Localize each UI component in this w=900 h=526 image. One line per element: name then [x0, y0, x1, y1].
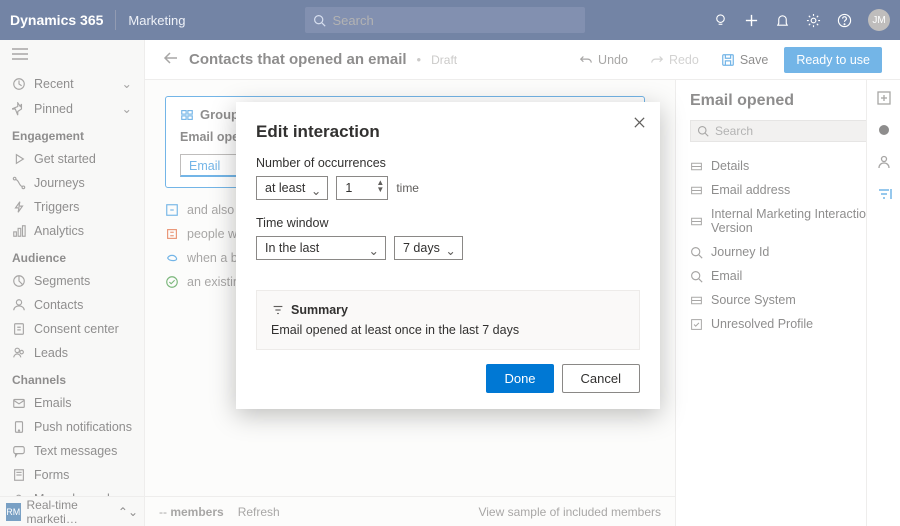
summary-box: Summary Email opened at least once in th… — [256, 290, 640, 350]
chevron-down-icon: ⌄ — [369, 243, 379, 258]
chevron-down-icon: ⌄ — [311, 183, 321, 198]
timewindow-label: Time window — [256, 216, 640, 230]
select-value: at least — [265, 181, 305, 195]
edit-interaction-modal: Edit interaction Number of occurrences a… — [236, 102, 660, 409]
summary-text: Email opened at least once in the last 7… — [271, 323, 625, 337]
timewindow-amount-select[interactable]: 7 days ⌄ — [394, 236, 463, 260]
occurrence-unit: time — [396, 181, 419, 195]
timewindow-mode-select[interactable]: In the last ⌄ — [256, 236, 386, 260]
cancel-button[interactable]: Cancel — [562, 364, 640, 393]
close-button[interactable] — [633, 116, 646, 132]
summary-title: Summary — [291, 303, 348, 317]
select-value: In the last — [265, 241, 319, 255]
close-icon — [633, 116, 646, 129]
occurrence-count-input[interactable]: 1 ▲▼ — [336, 176, 388, 200]
chevron-down-icon: ⌄ — [445, 243, 455, 258]
done-button[interactable]: Done — [486, 364, 553, 393]
occurrences-label: Number of occurrences — [256, 156, 640, 170]
occurrence-operator-select[interactable]: at least ⌄ — [256, 176, 328, 200]
select-value: 7 days — [403, 241, 440, 255]
modal-title: Edit interaction — [256, 122, 640, 142]
summary-icon — [271, 303, 285, 317]
spinner-icon[interactable]: ▲▼ — [376, 179, 384, 193]
input-value: 1 — [345, 181, 352, 195]
